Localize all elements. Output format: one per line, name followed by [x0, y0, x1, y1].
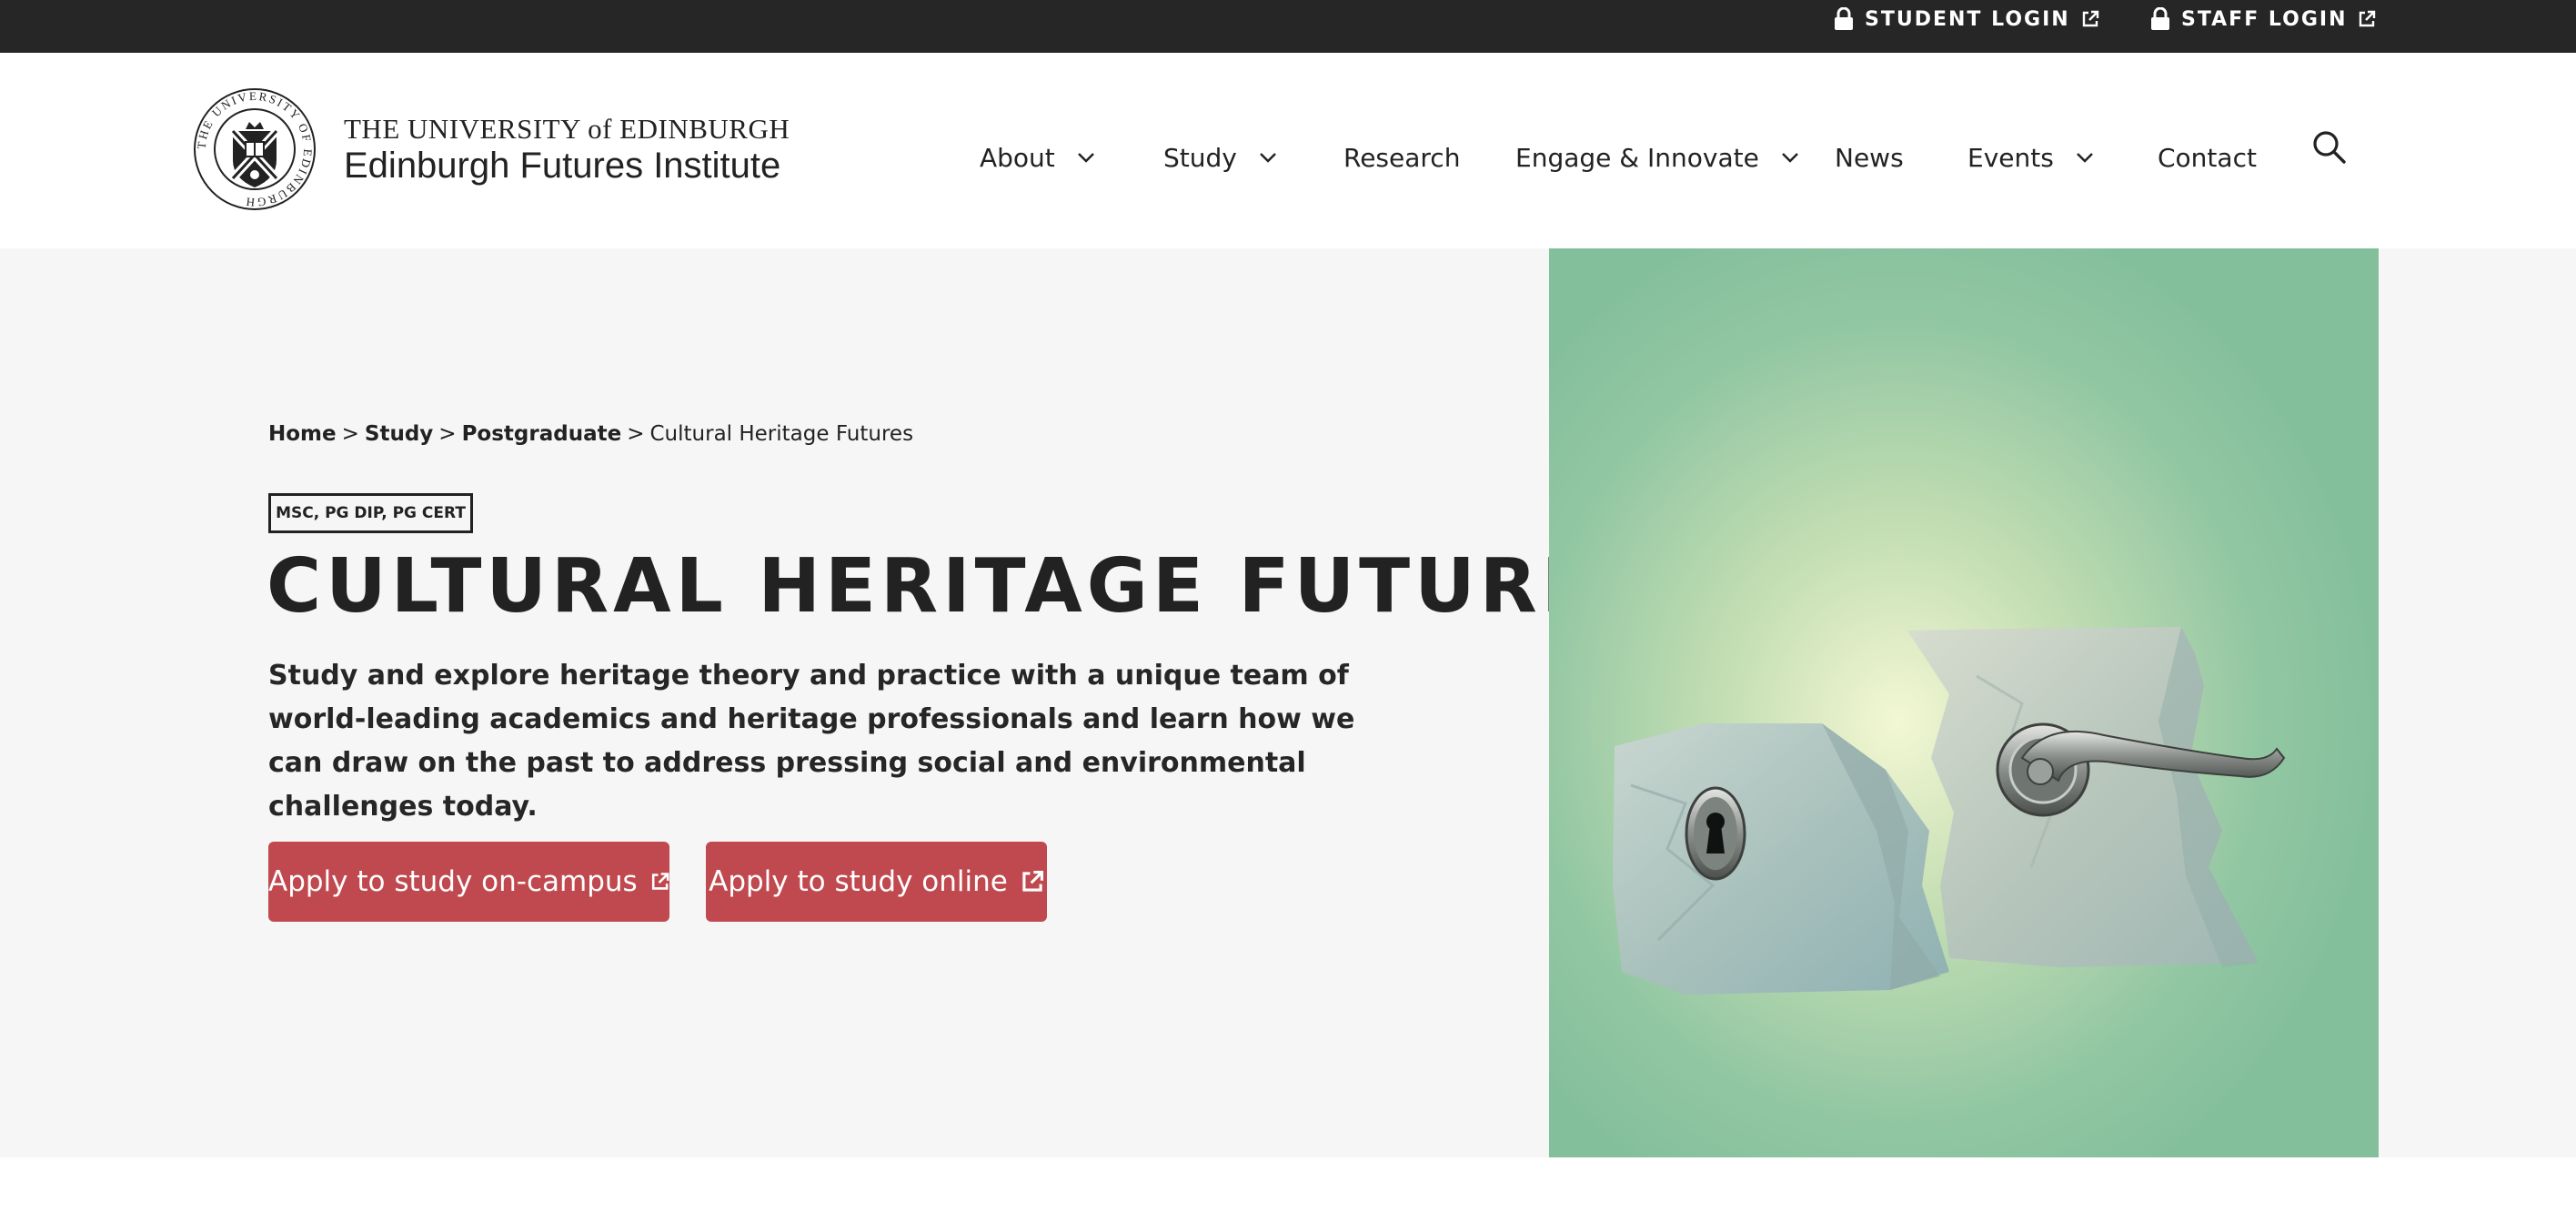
apply-online-button[interactable]: Apply to study online	[706, 842, 1047, 922]
chevron-down-icon	[1077, 153, 1094, 163]
nav-item-research[interactable]: Research	[1343, 131, 1460, 184]
nav-item-label: Engage & Innovate	[1515, 142, 1759, 173]
nav-item-label: Study	[1163, 142, 1237, 173]
breadcrumb-separator: >	[627, 422, 645, 446]
stone-door-illustration	[1549, 248, 2379, 1157]
page-title: CULTURAL HERITAGE FUTURES	[267, 543, 1655, 630]
university-crest-icon: THE UNIVERSITY OF EDINBURGH	[194, 88, 316, 210]
nav-item-about[interactable]: About	[980, 131, 1095, 184]
breadcrumb-home-link[interactable]: Home	[268, 422, 337, 446]
breadcrumb-separator: >	[438, 422, 457, 446]
external-link-icon	[1022, 871, 1043, 892]
nav-item-label: News	[1835, 142, 1904, 173]
nav-item-events[interactable]: Events	[1967, 131, 2094, 184]
hero-description: Study and explore heritage theory and pr…	[268, 660, 1355, 823]
external-link-icon	[2082, 10, 2098, 27]
nav-item-study[interactable]: Study	[1163, 131, 1277, 184]
hero-section: Home > Study > Postgraduate > Cultural Heritag…	[0, 248, 2576, 1157]
staff-login-label: STAFF LOGIN	[2181, 7, 2348, 31]
breadcrumb-current: Cultural Heritage Futures	[649, 422, 914, 446]
staff-login-link[interactable]: STAFF LOGIN	[2150, 0, 2376, 38]
apply-online-label: Apply to study online	[709, 865, 1008, 898]
apply-on-campus-button[interactable]: Apply to study on-campus	[268, 842, 669, 922]
nav-item-label: About	[980, 142, 1055, 173]
breadcrumb-separator: >	[341, 422, 359, 446]
nav-item-news[interactable]: News	[1835, 131, 1904, 184]
student-login-label: STUDENT LOGIN	[1865, 7, 2070, 31]
chevron-down-icon	[1781, 153, 1798, 163]
chevron-down-icon	[2076, 153, 2093, 163]
breadcrumb-study-link[interactable]: Study	[365, 422, 433, 446]
nav-item-label: Research	[1343, 142, 1461, 173]
nav-item-label: Events	[1967, 142, 2054, 173]
qualification-badge: MSC, PG DIP, PG CERT	[268, 493, 473, 533]
site-logo[interactable]: THE UNIVERSITY OF EDINBURGH THE UNIVERSI…	[193, 87, 790, 211]
breadcrumb-postgraduate-link[interactable]: Postgraduate	[462, 422, 622, 446]
site-header: THE UNIVERSITY OF EDINBURGH THE UNIVERSI…	[0, 53, 2576, 248]
external-link-icon	[651, 873, 669, 890]
nav-item-engage-innovate[interactable]: Engage & Innovate	[1515, 131, 1799, 184]
hero-image	[1549, 248, 2379, 1157]
student-login-link[interactable]: STUDENT LOGIN	[1834, 0, 2099, 38]
nav-item-label: Contact	[2158, 142, 2257, 173]
logo-university-name: THE UNIVERSITY of EDINBURGH	[344, 113, 790, 145]
lock-icon	[2151, 7, 2169, 30]
external-link-icon	[2360, 10, 2376, 27]
breadcrumb: Home > Study > Postgraduate > Cultural Heritag…	[268, 422, 913, 446]
logo-institute-name: Edinburgh Futures Institute	[344, 146, 781, 186]
nav-item-contact[interactable]: Contact	[2158, 131, 2257, 184]
utility-bar: STUDENT LOGIN STAFF LOGIN	[0, 0, 2576, 53]
lock-icon	[1835, 7, 1853, 30]
apply-on-campus-label: Apply to study on-campus	[268, 865, 638, 898]
search-icon[interactable]	[2311, 129, 2348, 166]
chevron-down-icon	[1259, 153, 1276, 163]
